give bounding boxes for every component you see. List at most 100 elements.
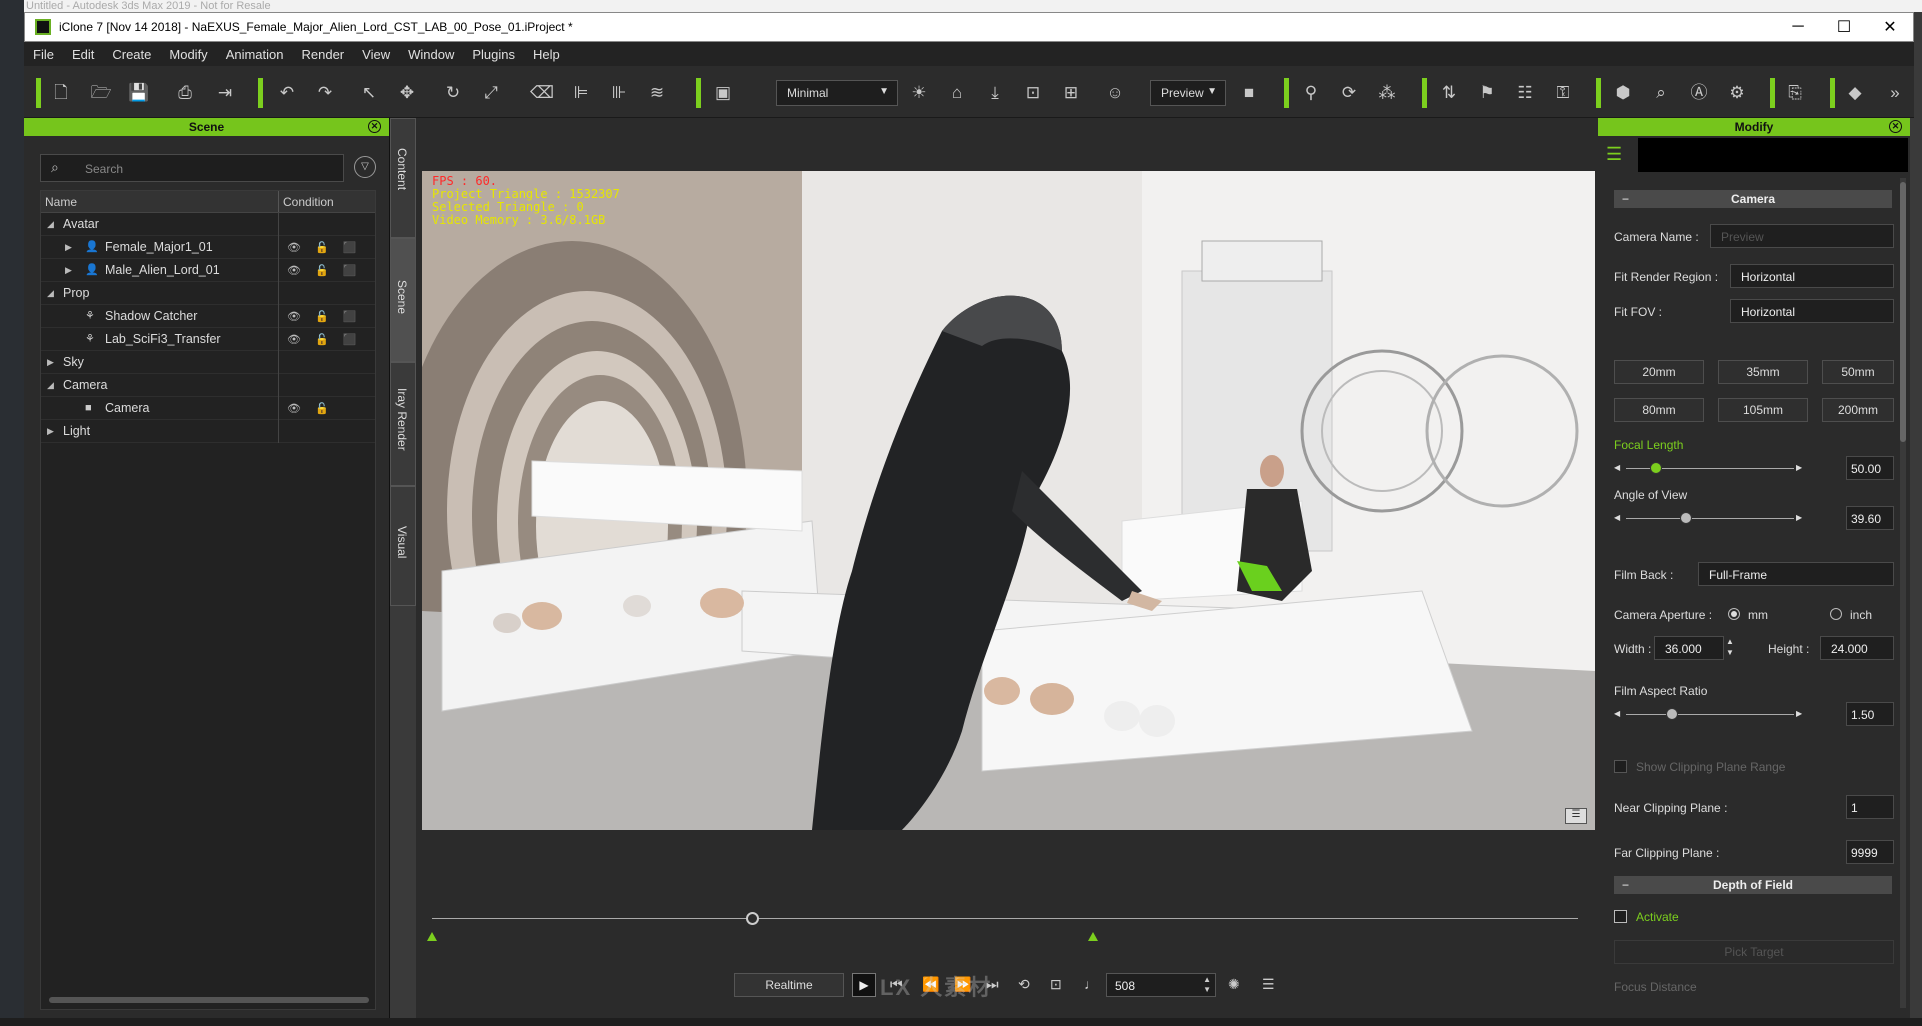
- scrollbar-thumb[interactable]: [1900, 182, 1906, 442]
- align-icon[interactable]: ⊫: [570, 82, 592, 104]
- frame-spinner[interactable]: ▲ ▼: [1203, 975, 1211, 995]
- search-render-icon[interactable]: ⌕: [1650, 82, 1672, 104]
- collapse-icon[interactable]: −: [1622, 876, 1629, 894]
- select-arrow-icon[interactable]: ↖: [358, 82, 380, 104]
- viewport-comment-icon[interactable]: ☰: [1565, 808, 1587, 824]
- save-icon[interactable]: 💾: [128, 82, 150, 104]
- new-file-icon[interactable]: 🗋: [50, 82, 72, 104]
- timeline-track[interactable]: [432, 918, 1578, 919]
- menu-window[interactable]: Window: [399, 47, 463, 62]
- visibility-eye-icon[interactable]: 👁: [287, 333, 301, 346]
- show-clipping-checkbox[interactable]: [1614, 760, 1627, 773]
- video-camera-icon[interactable]: ■: [1238, 82, 1260, 104]
- slider-left-arrow-icon[interactable]: ◀: [1614, 463, 1620, 472]
- lens-20mm-button[interactable]: 20mm: [1614, 360, 1704, 384]
- sync-icon[interactable]: ⇅: [1438, 82, 1460, 104]
- slider-right-arrow-icon[interactable]: ▶: [1796, 463, 1802, 472]
- pick-target-button[interactable]: Pick Target: [1614, 940, 1894, 964]
- width-input[interactable]: 36.000: [1654, 636, 1724, 660]
- keyframe-list-icon[interactable]: ☰: [1262, 976, 1275, 993]
- face-icon[interactable]: ☺: [1104, 82, 1126, 104]
- physics-icon[interactable]: ⚲: [1300, 82, 1322, 104]
- sliders-icon[interactable]: ☰: [1606, 144, 1622, 165]
- depth-of-field-section-header[interactable]: − Depth of Field: [1614, 876, 1892, 894]
- visibility-eye-icon[interactable]: 👁: [287, 264, 301, 277]
- timeline-settings-icon[interactable]: ⊡: [1050, 976, 1062, 993]
- script-icon[interactable]: ⎘: [1784, 82, 1806, 104]
- tree-row-sky[interactable]: ▶ Sky: [41, 350, 375, 374]
- lock-icon[interactable]: 🔓: [315, 264, 329, 277]
- aperture-inch-radio[interactable]: [1830, 608, 1842, 620]
- menu-edit[interactable]: Edit: [63, 47, 103, 62]
- distribute-icon[interactable]: ⊪: [608, 82, 630, 104]
- menu-help[interactable]: Help: [524, 47, 569, 62]
- lock-icon[interactable]: 🔓: [315, 402, 329, 415]
- horizontal-scrollbar[interactable]: [49, 997, 369, 1003]
- hide-icon[interactable]: ≋: [646, 82, 668, 104]
- rotate-icon[interactable]: ↻: [442, 82, 464, 104]
- collapsed-arrow-icon[interactable]: ▶: [47, 351, 54, 374]
- tree-row-male-alien-lord[interactable]: ▶ 👤 Male_Alien_Lord_01 👁 🔓 ⬛: [41, 258, 375, 282]
- width-spinner[interactable]: ▲ ▼: [1726, 636, 1734, 658]
- tab-scene[interactable]: Scene: [390, 238, 416, 362]
- minimize-button[interactable]: ─: [1775, 18, 1821, 36]
- flag-icon[interactable]: ⚑: [1476, 82, 1498, 104]
- lock-icon[interactable]: 🔓: [315, 310, 329, 323]
- slider-left-arrow-icon[interactable]: ◀: [1614, 513, 1620, 522]
- column-header-name[interactable]: Name: [41, 191, 279, 212]
- timeline-start-marker[interactable]: [427, 932, 437, 941]
- scene-search-input[interactable]: ⌕ Search: [40, 154, 344, 182]
- film-aspect-ratio-value[interactable]: 1.50: [1846, 702, 1894, 726]
- current-frame-input[interactable]: 508 ▲ ▼: [1106, 973, 1216, 997]
- plugin-icon[interactable]: ◆: [1844, 82, 1866, 104]
- modify-panel-scrollbar[interactable]: [1900, 178, 1906, 1008]
- cube-icon[interactable]: ⬛: [343, 333, 357, 346]
- lock-icon[interactable]: 🔓: [315, 241, 329, 254]
- camera-select-dropdown[interactable]: Preview ▼: [1150, 80, 1226, 106]
- angle-of-view-slider-knob[interactable]: [1680, 512, 1692, 524]
- menu-animation[interactable]: Animation: [217, 47, 293, 62]
- angle-of-view-value[interactable]: 39.60: [1846, 506, 1894, 530]
- redo-icon[interactable]: ↷: [314, 82, 336, 104]
- angle-of-view-slider[interactable]: [1626, 518, 1794, 519]
- cube-icon[interactable]: ⬛: [343, 310, 357, 323]
- tree-row-camera-group[interactable]: ◢ Camera: [41, 373, 375, 397]
- tab-content[interactable]: Content: [390, 118, 416, 238]
- focal-length-value[interactable]: 50.00: [1846, 456, 1894, 480]
- aperture-mm-radio[interactable]: [1728, 608, 1740, 620]
- checklist-icon[interactable]: ☷: [1514, 82, 1536, 104]
- camera-view-icon[interactable]: ⊞: [1060, 82, 1082, 104]
- loop-icon[interactable]: ⟲: [1018, 976, 1030, 993]
- menu-modify[interactable]: Modify: [160, 47, 216, 62]
- lock-icon[interactable]: 🔓: [315, 333, 329, 346]
- expanded-arrow-icon[interactable]: ◢: [47, 213, 54, 236]
- tree-row-female-major[interactable]: ▶ 👤 Female_Major1_01 👁 🔓 ⬛: [41, 235, 375, 259]
- timeline-playhead[interactable]: [745, 912, 759, 925]
- sun-settings-icon[interactable]: ✺: [1228, 976, 1240, 993]
- close-panel-icon[interactable]: ✕: [1889, 120, 1902, 133]
- fit-render-region-select[interactable]: Horizontal: [1730, 264, 1894, 288]
- tree-row-prop[interactable]: ◢ Prop: [41, 281, 375, 305]
- height-input[interactable]: 24.000: [1820, 636, 1894, 660]
- auto-icon[interactable]: Ⓐ: [1688, 82, 1710, 104]
- settings-icon[interactable]: ⚙: [1726, 82, 1748, 104]
- tab-iray-render[interactable]: Iray Render: [390, 362, 416, 486]
- tree-row-light[interactable]: ▶ Light: [41, 419, 375, 443]
- export-icon[interactable]: ⎙: [174, 82, 196, 104]
- lens-80mm-button[interactable]: 80mm: [1614, 398, 1704, 422]
- film-aspect-ratio-slider[interactable]: [1626, 714, 1794, 715]
- realtime-button[interactable]: Realtime: [734, 973, 844, 997]
- scale-icon[interactable]: ⤢: [480, 82, 502, 104]
- undo-icon[interactable]: ↶: [276, 82, 298, 104]
- 3d-viewport[interactable]: FPS : 60. Project Triangle : 1532307 Sel…: [422, 171, 1595, 830]
- key-icon[interactable]: ⚿: [1552, 82, 1574, 104]
- audio-note-icon[interactable]: ♩: [1084, 976, 1098, 992]
- far-clipping-input[interactable]: 9999: [1846, 840, 1894, 864]
- film-aspect-ratio-slider-knob[interactable]: [1666, 708, 1678, 720]
- visibility-eye-icon[interactable]: 👁: [287, 241, 301, 254]
- visibility-eye-icon[interactable]: 👁: [287, 310, 301, 323]
- lens-200mm-button[interactable]: 200mm: [1822, 398, 1894, 422]
- dof-activate-checkbox[interactable]: [1614, 910, 1627, 923]
- toolbar-overflow-button[interactable]: »: [1884, 82, 1906, 104]
- collapse-icon[interactable]: −: [1622, 190, 1629, 208]
